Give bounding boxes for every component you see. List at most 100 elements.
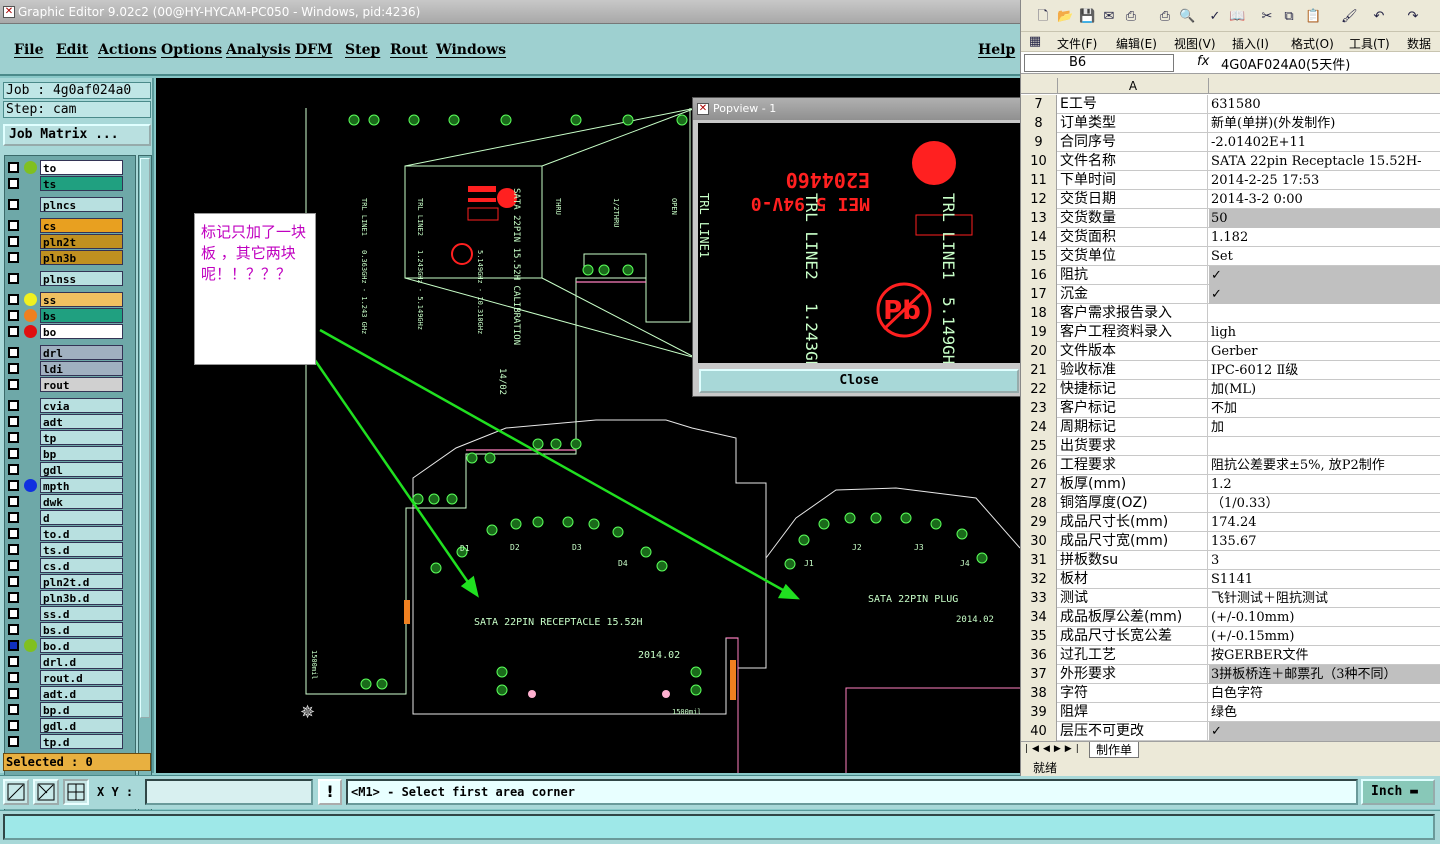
layer-row[interactable]: adt (5, 414, 135, 429)
cell-a[interactable]: 客户标记 (1058, 399, 1208, 418)
layer-row[interactable]: cs (5, 218, 135, 233)
cell-b[interactable]: ✓ (1209, 285, 1440, 304)
cell-b[interactable]: Set (1209, 247, 1440, 266)
column-header-b[interactable] (1209, 78, 1440, 94)
cell-a[interactable]: 快捷标记 (1058, 380, 1208, 399)
row-number[interactable]: 18 (1021, 304, 1057, 323)
layer-row[interactable]: bs (5, 308, 135, 323)
layer-name[interactable]: mpth (40, 478, 123, 493)
menu-dfm[interactable]: DFM (295, 42, 333, 58)
layer-name[interactable]: bs (40, 308, 123, 323)
excel-menu-tools[interactable]: 工具(T) (1349, 35, 1390, 52)
cell-b[interactable]: 2014-2-25 17:53 (1209, 171, 1440, 190)
layer-name[interactable]: ts (40, 176, 123, 191)
row-number[interactable]: 32 (1021, 570, 1057, 589)
layer-row[interactable]: bp (5, 446, 135, 461)
layer-checkbox[interactable] (8, 252, 19, 263)
cell-a[interactable]: 交货数量 (1058, 209, 1208, 228)
layer-checkbox[interactable] (8, 544, 19, 555)
layer-name[interactable]: ts.d (40, 542, 123, 557)
cell-a[interactable]: 成品尺寸宽(mm) (1058, 532, 1208, 551)
sheet-row[interactable]: 23 客户标记 不加 (1021, 399, 1440, 418)
menu-windows[interactable]: Windows (436, 42, 506, 58)
sheet-row[interactable]: 28 铜箔厚度(OZ) （1/0.33） (1021, 494, 1440, 513)
cell-b[interactable]: 新单(单拼)(外发制作) (1209, 114, 1440, 133)
cell-b[interactable]: (+/-0.10mm) (1209, 608, 1440, 627)
cell-a[interactable]: 文件版本 (1058, 342, 1208, 361)
tab-nav-icon[interactable]: |◀◀▶▶| (1025, 744, 1083, 754)
preview-icon[interactable]: 🔍 (1179, 9, 1195, 25)
layer-name[interactable]: plnss (40, 271, 123, 286)
row-number[interactable]: 23 (1021, 399, 1057, 418)
cell-b[interactable]: SATA 22pin Receptacle 15.52H- (1209, 152, 1440, 171)
layer-row[interactable]: bo (5, 324, 135, 339)
layer-checkbox[interactable] (8, 400, 19, 411)
cell-a[interactable]: 沉金 (1058, 285, 1208, 304)
save-icon[interactable]: 💾 (1079, 9, 1095, 25)
layer-name[interactable]: drl.d (40, 654, 123, 669)
tab-sheet[interactable]: 制作单 (1089, 742, 1140, 758)
cell-a[interactable]: 成品尺寸长宽公差 (1058, 627, 1208, 646)
layer-row[interactable]: dwk (5, 494, 135, 509)
layer-name[interactable]: bo.d (40, 638, 123, 653)
layer-name[interactable]: d (40, 510, 123, 525)
cell-b[interactable]: IPC-6012 Ⅱ级 (1209, 361, 1440, 380)
cell-a[interactable]: 成品板厚公差(mm) (1058, 608, 1208, 627)
layer-row[interactable]: to.d (5, 526, 135, 541)
cell-b[interactable]: Gerber (1209, 342, 1440, 361)
layer-name[interactable]: ldi (40, 361, 123, 376)
cell-b[interactable]: 不加 (1209, 399, 1440, 418)
layer-name[interactable]: dwk (40, 494, 123, 509)
layer-checkbox[interactable] (8, 220, 19, 231)
cell-b[interactable]: 631580 (1209, 95, 1440, 114)
row-number[interactable]: 9 (1021, 133, 1057, 152)
cell-b[interactable]: 绿色 (1209, 703, 1440, 722)
row-number[interactable]: 12 (1021, 190, 1057, 209)
format-painter-icon[interactable]: 🖌 (1341, 9, 1358, 25)
layer-checkbox[interactable] (8, 464, 19, 475)
cell-b[interactable]: 1.2 (1209, 475, 1440, 494)
layer-checkbox[interactable] (8, 310, 19, 321)
row-number[interactable]: 30 (1021, 532, 1057, 551)
sheet-row[interactable]: 20 文件版本 Gerber (1021, 342, 1440, 361)
layer-name[interactable]: bo (40, 324, 123, 339)
formula-value[interactable]: 4G0AF024A0(5天件) (1221, 54, 1350, 73)
sheet-row[interactable]: 36 过孔工艺 按GERBER文件 (1021, 646, 1440, 665)
row-number[interactable]: 16 (1021, 266, 1057, 285)
cell-b[interactable]: 阻抗公差要求±5%, 放P2制作 (1209, 456, 1440, 475)
layer-row[interactable]: pln3b.d (5, 590, 135, 605)
sheet-row[interactable]: 22 快捷标记 加(ML) (1021, 380, 1440, 399)
row-number[interactable]: 25 (1021, 437, 1057, 456)
cell-a[interactable]: 板厚(mm) (1058, 475, 1208, 494)
layer-name[interactable]: plncs (40, 197, 123, 212)
cell-b[interactable]: (+/-0.15mm) (1209, 627, 1440, 646)
cell-a[interactable]: 出货要求 (1058, 437, 1208, 456)
cell-a[interactable]: 工程要求 (1058, 456, 1208, 475)
excel-menu-format[interactable]: 格式(O) (1291, 35, 1334, 52)
cell-b[interactable]: 1.182 (1209, 228, 1440, 247)
undo-icon[interactable]: ↶ (1371, 9, 1387, 25)
layer-checkbox[interactable] (8, 273, 19, 284)
row-number[interactable]: 17 (1021, 285, 1057, 304)
sheet-row[interactable]: 37 外形要求 3拼板桥连＋邮票孔（3种不同） (1021, 665, 1440, 684)
layer-checkbox[interactable] (8, 432, 19, 443)
cell-b[interactable]: ✓ (1209, 266, 1440, 285)
menu-rout[interactable]: Rout (390, 42, 428, 58)
cell-a[interactable]: 客户工程资料录入 (1058, 323, 1208, 342)
layer-name[interactable]: ss.d (40, 606, 123, 621)
cell-a[interactable]: 文件名称 (1058, 152, 1208, 171)
sheet-row[interactable]: 13 交货数量 50 (1021, 209, 1440, 228)
layer-checkbox[interactable] (8, 624, 19, 635)
cell-b[interactable]: （1/0.33） (1209, 494, 1440, 513)
layer-row[interactable]: rout (5, 377, 135, 392)
row-number[interactable]: 13 (1021, 209, 1057, 228)
layer-row[interactable]: pln2t (5, 234, 135, 249)
layer-checkbox[interactable] (8, 379, 19, 390)
excel-menu-data[interactable]: 数据 (1407, 35, 1431, 52)
row-number[interactable]: 27 (1021, 475, 1057, 494)
row-number[interactable]: 11 (1021, 171, 1057, 190)
layer-checkbox[interactable] (8, 704, 19, 715)
sheet-row[interactable]: 33 测试 飞针测试＋阻抗测试 (1021, 589, 1440, 608)
research-icon[interactable]: 📖 (1229, 9, 1245, 25)
layer-checkbox[interactable] (8, 592, 19, 603)
